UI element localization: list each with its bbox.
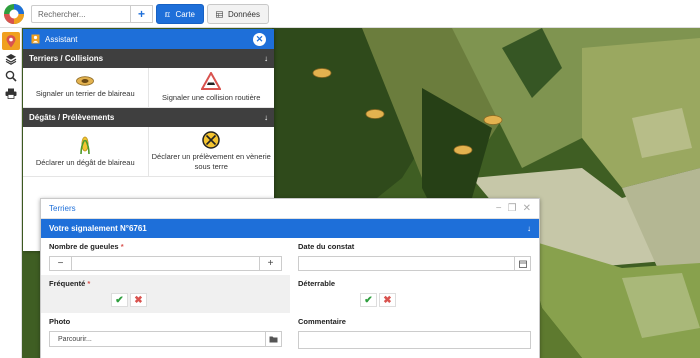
restore-icon[interactable]: ❐ [508, 203, 517, 214]
declare-damage-button[interactable]: Déclarer un dégât de blaireau [23, 127, 149, 177]
date-input[interactable] [298, 256, 531, 271]
corn-icon [80, 136, 91, 155]
gueules-value[interactable] [72, 257, 259, 270]
layers-icon [5, 54, 17, 65]
card-label: Signaler un terrier de blaireau [35, 89, 135, 98]
assistant-header: Assistant ✕ [23, 29, 274, 49]
minimize-icon[interactable]: − [496, 203, 502, 214]
folder-icon[interactable] [265, 332, 281, 346]
layers-tool-button[interactable] [2, 50, 20, 68]
burrow-icon [76, 76, 95, 86]
section-terriers-collisions[interactable]: Terriers / Collisions ↓ [23, 49, 274, 68]
chevron-down-icon: ↓ [264, 54, 268, 63]
date-label: Date du constat [298, 242, 355, 251]
section-degats-prelevements[interactable]: Dégâts / Prélèvements ↓ [23, 108, 274, 127]
search-tool-button[interactable] [2, 67, 20, 85]
gueules-label: Nombre de gueules * [49, 242, 124, 251]
declare-harvest-button[interactable]: Déclarer un prélèvement en vènerie sous … [148, 127, 274, 177]
photo-file-input[interactable]: Parcourir... [49, 331, 282, 347]
location-marker-icon [6, 34, 16, 47]
decrement-button[interactable]: − [50, 257, 72, 270]
section-title: Dégâts / Prélèvements [29, 113, 115, 122]
deterrable-label: Déterrable [298, 279, 336, 288]
print-icon [5, 88, 17, 99]
app-logo[interactable] [3, 3, 25, 25]
location-tool-button[interactable] [2, 32, 20, 50]
close-icon[interactable]: ✕ [523, 203, 531, 214]
browse-label: Parcourir... [58, 335, 92, 343]
frequente-no-button[interactable]: ✖ [130, 293, 147, 307]
search-icon [5, 70, 17, 82]
dialog-titlebar: Terriers − ❐ ✕ [41, 199, 539, 219]
frequente-label: Fréquenté * [49, 279, 91, 288]
chevron-down-icon: ↓ [527, 224, 531, 233]
data-view-button[interactable]: Données [207, 4, 269, 24]
map-icon [165, 11, 171, 17]
no-entry-icon [202, 131, 220, 149]
search-add-button[interactable]: + [131, 5, 153, 23]
report-header[interactable]: Votre signalement N°6761 ↓ [41, 219, 539, 238]
assistant-icon [31, 34, 40, 44]
card-label: Signaler une collision routière [162, 93, 261, 102]
deterrable-no-button[interactable]: ✖ [379, 293, 396, 307]
top-bar: + Carte Données [0, 0, 700, 28]
deterrable-yes-button[interactable]: ✔ [360, 293, 377, 307]
print-tool-button[interactable] [2, 84, 20, 102]
map-view-label: Carte [175, 9, 195, 19]
table-icon [216, 10, 223, 18]
road-collision-sign-icon [201, 72, 222, 90]
photo-label: Photo [49, 317, 71, 326]
assistant-title: Assistant [45, 34, 78, 44]
data-view-label: Données [227, 9, 260, 19]
close-icon[interactable]: ✕ [253, 32, 266, 46]
left-toolbar [0, 28, 22, 358]
dialog-title: Terriers [49, 204, 76, 213]
increment-button[interactable]: + [259, 257, 281, 270]
search-input[interactable] [31, 5, 131, 23]
terriers-form-dialog: Terriers − ❐ ✕ Votre signalement N°6761 … [40, 198, 540, 358]
card-label: Déclarer un prélèvement en vènerie sous … [151, 152, 271, 171]
report-burrow-button[interactable]: Signaler un terrier de blaireau [23, 68, 149, 108]
gueules-stepper[interactable]: − + [49, 256, 282, 271]
commentaire-label: Commentaire [298, 317, 346, 326]
report-collision-button[interactable]: Signaler une collision routière [148, 68, 274, 108]
section-title: Terriers / Collisions [29, 54, 104, 63]
chevron-down-icon: ↓ [264, 113, 268, 122]
frequente-yes-button[interactable]: ✔ [111, 293, 128, 307]
calendar-icon[interactable] [514, 257, 530, 270]
card-label: Déclarer un dégât de blaireau [35, 158, 135, 167]
commentaire-textarea[interactable] [298, 331, 531, 349]
map-view-button[interactable]: Carte [156, 4, 204, 24]
report-title: Votre signalement N°6761 [49, 224, 147, 233]
